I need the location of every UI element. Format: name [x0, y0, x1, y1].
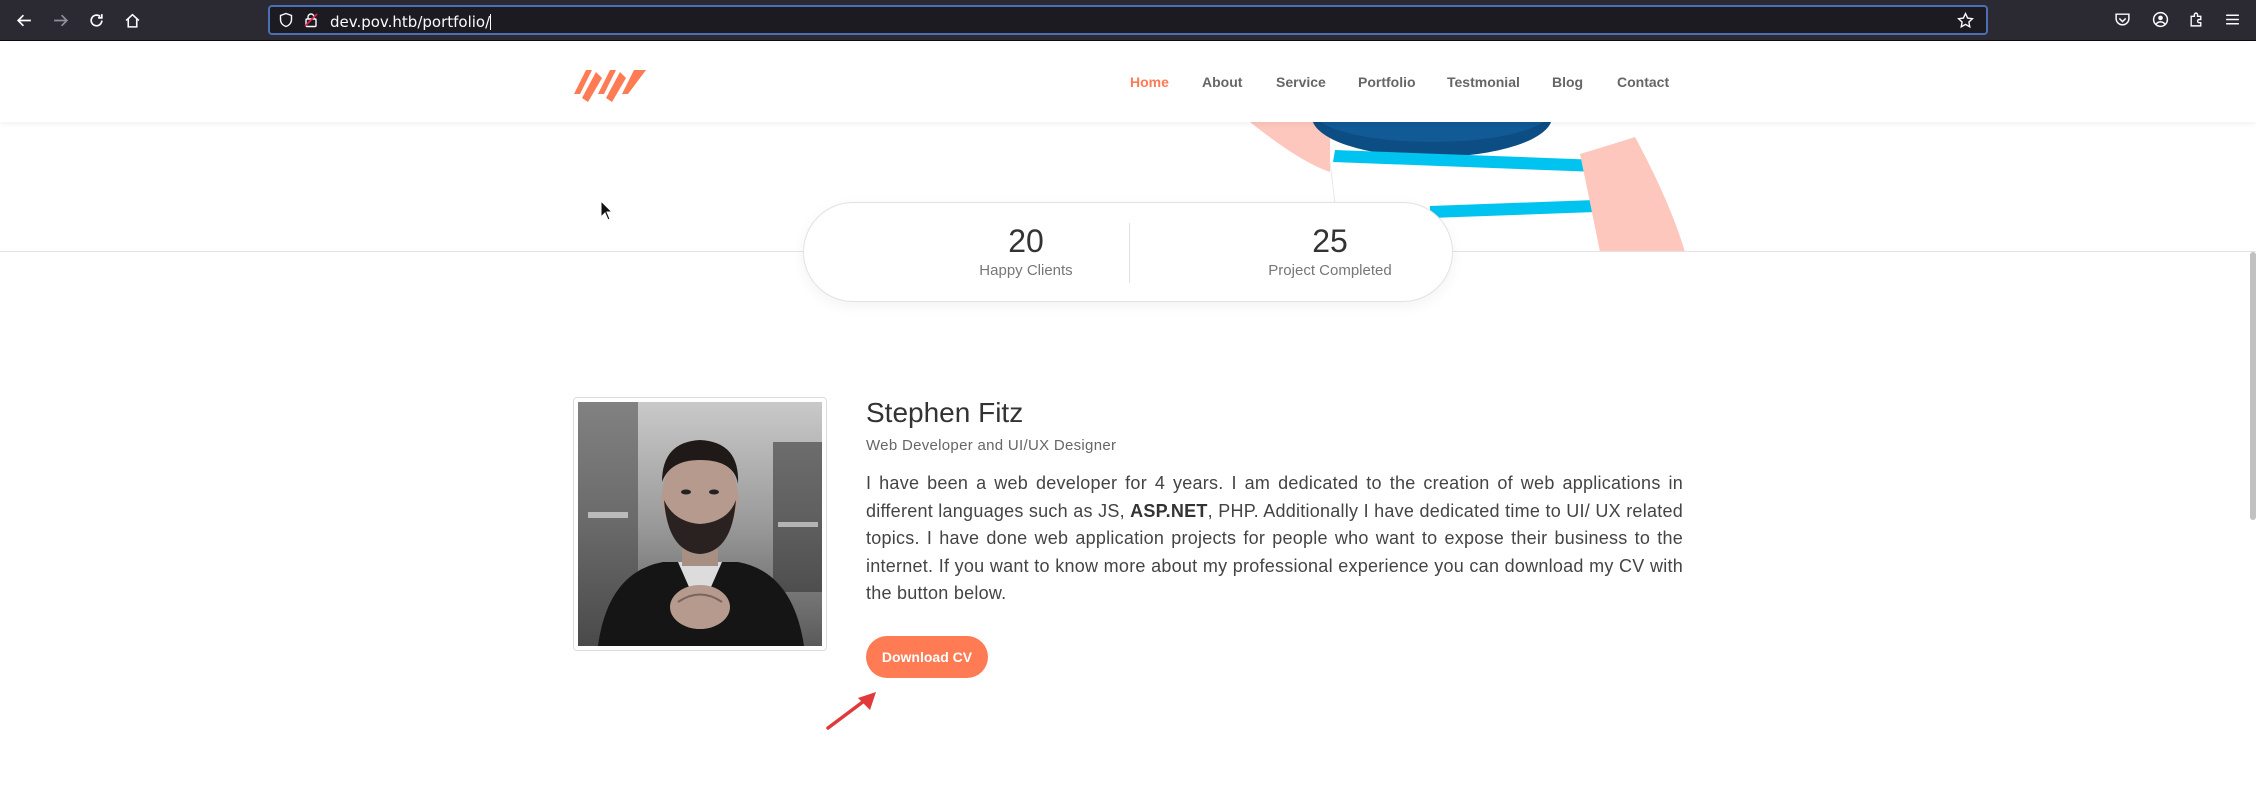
- stat-label: Happy Clients: [979, 262, 1073, 279]
- home-icon[interactable]: [120, 8, 144, 32]
- url-text[interactable]: dev.pov.htb/portfolio/: [330, 13, 492, 31]
- stat-projects-completed: 25 Project Completed: [1210, 223, 1450, 279]
- menu-icon[interactable]: [2222, 9, 2242, 29]
- profile-role: Web Developer and UI/UX Designer: [866, 437, 1117, 454]
- profile-bio: I have been a web developer for 4 years.…: [866, 470, 1683, 608]
- download-cv-button[interactable]: Download CV: [866, 636, 988, 678]
- site-header: Home About Service Portfolio Testmonial …: [0, 42, 2256, 122]
- bio-highlight: ASP.NET: [1130, 500, 1208, 521]
- nav-about[interactable]: About: [1202, 74, 1242, 90]
- pocket-icon[interactable]: [2112, 9, 2132, 29]
- profile-name: Stephen Fitz: [866, 397, 1024, 428]
- nav-testmonial[interactable]: Testmonial: [1447, 74, 1520, 90]
- nav-service[interactable]: Service: [1276, 74, 1326, 90]
- stat-label: Project Completed: [1268, 262, 1392, 279]
- forward-icon[interactable]: [48, 8, 72, 32]
- stat-divider: [1129, 223, 1130, 283]
- nav-home[interactable]: Home: [1130, 74, 1169, 90]
- lock-icon[interactable]: [303, 12, 319, 28]
- star-icon[interactable]: [1957, 12, 1974, 29]
- nav-blog[interactable]: Blog: [1552, 74, 1583, 90]
- profile-photo: [573, 397, 827, 651]
- nav-portfolio[interactable]: Portfolio: [1358, 74, 1416, 90]
- stat-number: 20: [1008, 223, 1044, 259]
- arrow-annotation-icon: [826, 692, 876, 730]
- back-icon[interactable]: [12, 8, 36, 32]
- page-scrollbar[interactable]: [2250, 252, 2256, 520]
- extensions-icon[interactable]: [2186, 9, 2206, 29]
- nav-contact[interactable]: Contact: [1617, 74, 1669, 90]
- logo-icon[interactable]: [572, 62, 648, 102]
- stats-card: 20 Happy Clients 25 Project Completed: [803, 202, 1453, 302]
- url-bar[interactable]: dev.pov.htb/portfolio/: [268, 5, 1988, 35]
- browser-toolbar: dev.pov.htb/portfolio/: [0, 0, 2256, 41]
- portrait-image: [578, 402, 822, 646]
- mouse-cursor-icon: [600, 200, 614, 221]
- stat-number: 25: [1312, 223, 1348, 259]
- reload-icon[interactable]: [84, 8, 108, 32]
- account-icon[interactable]: [2150, 9, 2170, 29]
- stat-happy-clients: 20 Happy Clients: [906, 223, 1146, 279]
- shield-icon[interactable]: [278, 12, 294, 28]
